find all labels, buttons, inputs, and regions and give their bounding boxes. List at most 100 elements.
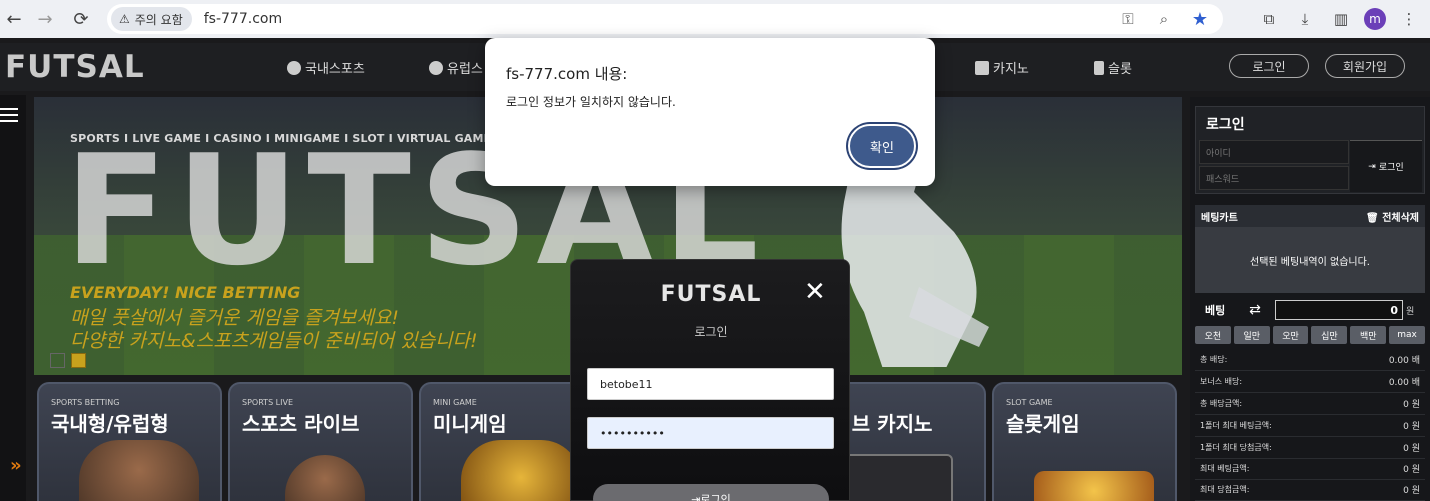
stat-label: 최대 당첨금액:	[1200, 485, 1250, 494]
stat-value: 0.00 배	[1388, 356, 1420, 366]
nav-domestic-sports[interactable]: 국내스포츠	[287, 58, 365, 77]
nav-label: 유럽스	[447, 62, 483, 77]
menu-kebab-icon[interactable]: ⋮	[1396, 6, 1422, 32]
stat-value: 0 원	[1403, 400, 1420, 410]
currency-label: 원	[1406, 306, 1415, 317]
card-category: SPORTS BETTING	[51, 398, 120, 407]
security-label: 주의 요함	[134, 12, 183, 27]
stat-row: 최대 베팅금액: 0 원	[1195, 458, 1425, 480]
card-title: 국내형/유럽형	[51, 412, 169, 436]
sidebar-icon[interactable]: ▥	[1328, 6, 1354, 32]
stat-value: 0 원	[1403, 444, 1420, 454]
reload-icon[interactable]: ⟳	[67, 5, 95, 33]
stat-row: 최대 당첨금액: 0 원	[1195, 479, 1425, 501]
security-indicator[interactable]: ⚠ 주의 요함	[111, 7, 192, 31]
card-category: SLOT GAME	[1006, 398, 1053, 407]
refresh-icon[interactable]: ⇄	[1235, 302, 1275, 318]
sidebar-id-field[interactable]: 아이디	[1199, 140, 1349, 164]
cards-icon	[975, 60, 989, 75]
nav-europe-sports[interactable]: 유럽스	[429, 58, 483, 77]
login-arrow-icon: ⇥	[1368, 161, 1376, 172]
nav-casino[interactable]: 카지노	[975, 58, 1029, 77]
card-slot-game[interactable]: SLOT GAME 슬롯게임	[992, 382, 1177, 501]
hamburger-menu-icon[interactable]	[0, 108, 18, 122]
modal-login-button[interactable]: ⇥ 로그인	[593, 484, 829, 501]
carousel-dots	[50, 353, 86, 368]
sidebar-login-box: 로그인 아이디 패스워드 ⇥ 로그인	[1195, 106, 1425, 194]
banner-line1: EVERYDAY! NICE BETTING	[70, 283, 301, 302]
address-bar[interactable]: ⚠ 주의 요함 fs-777.com ⚿ ⌕ ★	[107, 4, 1223, 34]
sidebar-password-field[interactable]: 패스워드	[1199, 166, 1349, 190]
url-text[interactable]: fs-777.com	[204, 11, 282, 27]
nav-label: 국내스포츠	[305, 62, 365, 77]
sidebar-login-button-label: 로그인	[1378, 163, 1404, 173]
bet-slip-title: 베팅카트	[1201, 212, 1238, 224]
back-icon[interactable]: ←	[0, 5, 28, 33]
modal-subtitle: 로그인	[694, 325, 728, 339]
stat-label: 총 배당금액:	[1200, 399, 1243, 408]
header-signup-button[interactable]: 회원가입	[1325, 54, 1405, 78]
login-modal: FUTSAL ✕ 로그인 ⇥ 로그인	[570, 259, 850, 501]
username-input[interactable]	[587, 368, 834, 400]
banner-line3: 다양한 카지노&스포츠게임들이 준비되어 있습니다!	[70, 330, 478, 352]
card-sports-betting[interactable]: SPORTS BETTING 국내형/유럽형	[37, 382, 222, 501]
chip-5000[interactable]: 오천	[1195, 326, 1231, 344]
sidebar-login-button[interactable]: ⇥ 로그인	[1350, 140, 1422, 192]
card-art	[461, 440, 581, 501]
bet-slip-empty: 선택된 베팅내역이 없습니다.	[1195, 227, 1425, 293]
chip-1000000[interactable]: 백만	[1350, 326, 1387, 344]
expand-arrow-icon[interactable]: »	[10, 455, 22, 476]
carousel-dot[interactable]	[50, 353, 65, 368]
browser-toolbar: ← → ⟳ ⚠ 주의 요함 fs-777.com ⚿ ⌕ ★ ⧉ ⤓ ▥ m ⋮	[0, 0, 1430, 38]
stat-row: 1폴더 최대 당첨금액: 0 원	[1195, 437, 1425, 459]
zoom-icon[interactable]: ⌕	[1153, 8, 1175, 30]
clear-all-label: 전체삭제	[1382, 212, 1419, 224]
bet-amount-input[interactable]: 0	[1275, 300, 1403, 320]
left-sidebar	[0, 95, 26, 501]
key-icon[interactable]: ⚿	[1117, 8, 1139, 30]
stat-row: 1폴더 최대 베팅금액: 0 원	[1195, 415, 1425, 437]
trash-icon: 🗑	[1366, 212, 1379, 224]
card-art	[285, 455, 365, 501]
stat-value: 0 원	[1403, 422, 1420, 432]
alert-dialog: fs-777.com 내용: 로그인 정보가 일치하지 않습니다. 확인	[485, 38, 935, 186]
chip-50000[interactable]: 오만	[1272, 326, 1309, 344]
alert-ok-button[interactable]: 확인	[848, 124, 916, 168]
forward-icon[interactable]: →	[31, 5, 59, 33]
sidebar-login-title: 로그인	[1206, 117, 1245, 133]
card-sports-live[interactable]: SPORTS LIVE 스포츠 라이브	[228, 382, 413, 501]
card-category: MINI GAME	[433, 398, 477, 407]
profile-avatar[interactable]: m	[1364, 8, 1386, 30]
card-title: 스포츠 라이브	[242, 412, 360, 436]
extensions-icon[interactable]: ⧉	[1256, 6, 1282, 32]
stat-row: 보너스 배당: 0.00 배	[1195, 371, 1425, 393]
nav-label: 슬롯	[1108, 62, 1132, 77]
header-login-button[interactable]: 로그인	[1229, 54, 1309, 78]
site-logo[interactable]: FUTSAL	[5, 49, 145, 85]
nav-slot[interactable]: 슬롯	[1094, 58, 1132, 77]
card-title: 슬롯게임	[1006, 412, 1080, 436]
chip-10000[interactable]: 일만	[1233, 326, 1270, 344]
stat-value: 0 원	[1403, 486, 1420, 496]
chip-100000[interactable]: 십만	[1311, 326, 1348, 344]
stat-label: 1폴더 최대 당첨금액:	[1200, 443, 1272, 452]
bet-amount-row: 베팅 ⇄ 0 원	[1195, 298, 1425, 322]
card-art	[1034, 471, 1154, 501]
bookmark-star-icon[interactable]: ★	[1189, 8, 1211, 30]
close-icon[interactable]: ✕	[804, 277, 826, 307]
password-input[interactable]	[587, 417, 834, 449]
chip-max[interactable]: max	[1389, 326, 1425, 344]
nav-label: 카지노	[993, 62, 1029, 77]
stat-value: 0 원	[1403, 465, 1420, 475]
stat-label: 최대 베팅금액:	[1200, 464, 1250, 473]
alert-title: fs-777.com 내용:	[506, 65, 628, 83]
alert-message: 로그인 정보가 일치하지 않습니다.	[506, 95, 676, 109]
stat-label: 총 배당:	[1200, 355, 1228, 364]
card-art	[79, 440, 199, 501]
card-category: SPORTS LIVE	[242, 398, 294, 407]
download-icon[interactable]: ⤓	[1292, 6, 1318, 32]
bet-label: 베팅	[1205, 304, 1226, 317]
carousel-dot-active[interactable]	[71, 353, 86, 368]
login-arrow-icon: ⇥	[691, 492, 701, 501]
clear-all-button[interactable]: 🗑 전체삭제	[1366, 209, 1419, 224]
